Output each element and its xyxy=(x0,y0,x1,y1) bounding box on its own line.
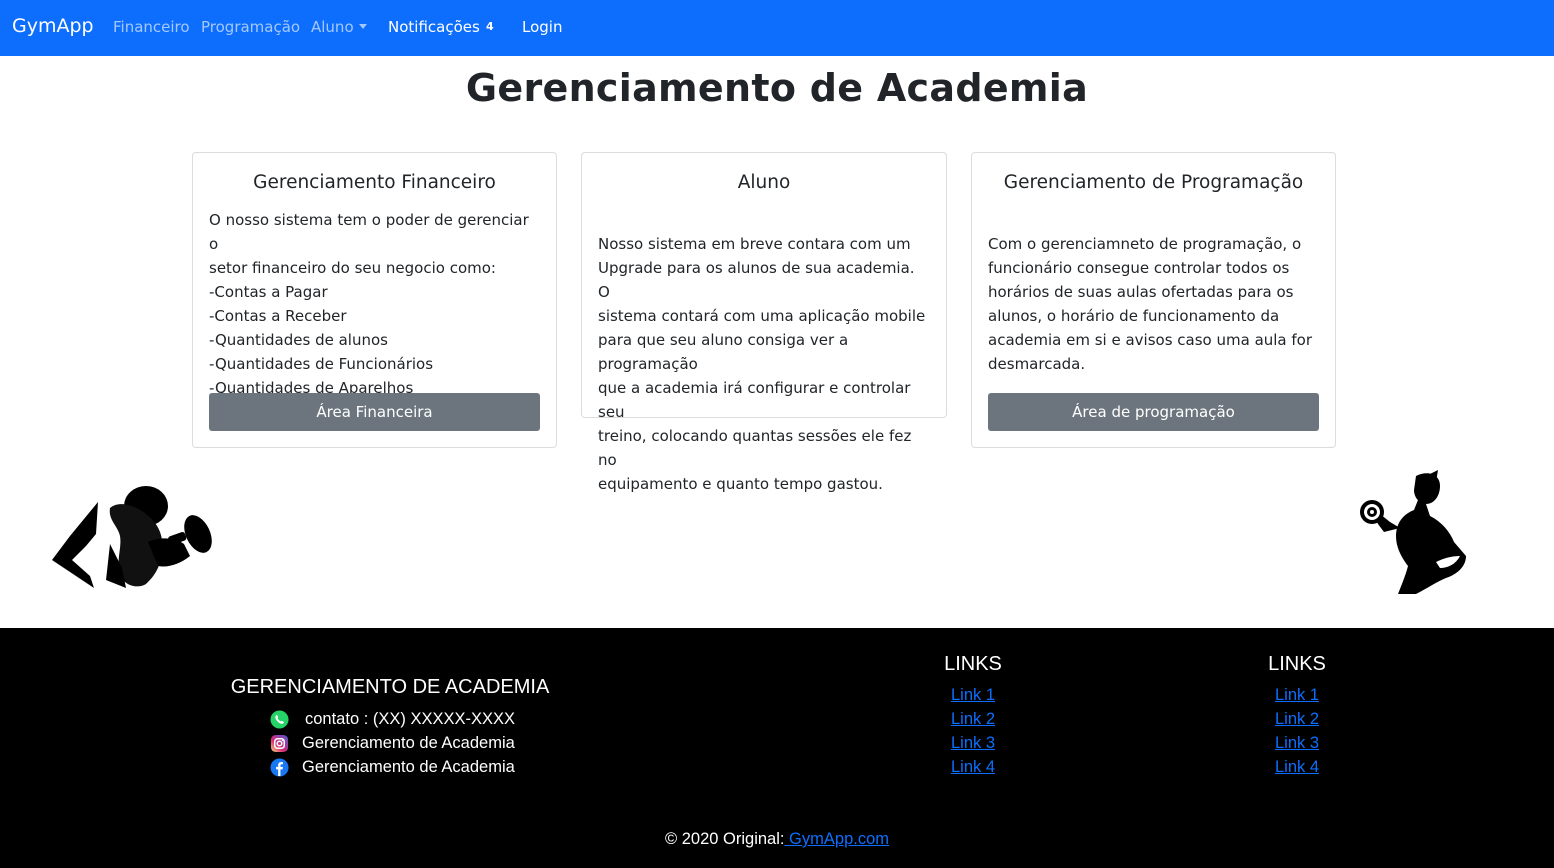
nav-aluno-dropdown[interactable]: Aluno xyxy=(311,18,367,36)
card-text-line: O nosso sistema tem o poder de gerenciar… xyxy=(209,211,529,253)
area-programacao-button[interactable]: Área de programação xyxy=(988,393,1319,431)
nav-financeiro[interactable]: Financeiro xyxy=(113,18,190,36)
footer-links-heading: LINKS xyxy=(1268,653,1326,675)
brand-link[interactable]: GymApp xyxy=(12,15,94,37)
gymapp-site-link[interactable]: GymApp.com xyxy=(784,830,889,848)
card-text: Com o gerenciamneto de programação, o fu… xyxy=(972,232,1335,376)
footer-link-4[interactable]: Link 4 xyxy=(913,758,1033,777)
notification-count-badge: 4 xyxy=(486,20,494,33)
chevron-down-icon xyxy=(358,24,367,29)
footer-contact-instagram: Gerenciamento de Academia xyxy=(270,734,515,753)
card-text-line: academia em si e avisos caso uma aula fo… xyxy=(988,331,1313,349)
card-text-line: setor financeiro do seu negocio como: xyxy=(209,259,496,277)
footer-links-heading: LINKS xyxy=(944,653,1002,675)
card-text-line: desmarcada. xyxy=(988,355,1086,373)
footer-contact-facebook: Gerenciamento de Academia xyxy=(270,758,515,777)
card-title: Gerenciamento de Programação xyxy=(1003,172,1304,193)
card-title: Aluno xyxy=(737,172,791,193)
footer-link-3[interactable]: Link 3 xyxy=(1237,734,1357,753)
card-programacao: Gerenciamento de Programação Com o geren… xyxy=(971,152,1336,448)
footer-link-1[interactable]: Link 1 xyxy=(1237,686,1357,705)
card-title: Gerenciamento Financeiro xyxy=(253,172,496,193)
card-text-line: Com o gerenciamneto de programação, o xyxy=(988,235,1302,253)
card-text-line: -Contas a Pagar xyxy=(209,283,328,301)
area-financeira-button[interactable]: Área Financeira xyxy=(209,393,540,431)
card-text-line: funcionário consegue controlar todos os xyxy=(988,259,1290,277)
card-text-line: treino, colocando quantas sessões ele fe… xyxy=(598,427,912,469)
instagram-icon xyxy=(270,734,289,753)
footer-contact-text: contato : (XX) XXXXX-XXXX xyxy=(305,710,516,728)
nav-aluno-label: Aluno xyxy=(311,18,354,36)
nav-programacao[interactable]: Programação xyxy=(201,18,300,36)
card-text-line: sistema contará com uma aplicação mobile xyxy=(598,307,926,325)
card-text-line: para que seu aluno consiga ver a program… xyxy=(598,331,849,373)
woman-holding-dumbbell-image xyxy=(1360,470,1466,594)
footer: GERENCIAMENTO DE ACADEMIA contato : (XX)… xyxy=(0,628,1554,868)
footer-link-2[interactable]: Link 2 xyxy=(913,710,1033,729)
page-title: Gerenciamento de Academia xyxy=(465,66,1089,110)
whatsapp-icon xyxy=(270,710,289,729)
card-text-line: -Quantidades de Funcionários xyxy=(209,355,434,373)
footer-title: GERENCIAMENTO DE ACADEMIA xyxy=(230,676,550,698)
footer-contact-text: Gerenciamento de Academia xyxy=(302,758,515,776)
card-text: O nosso sistema tem o poder de gerenciar… xyxy=(193,208,556,400)
card-aluno: Aluno Nosso sistema em breve contara com… xyxy=(581,152,947,493)
card-text-line: que a academia irá configurar e controla… xyxy=(598,379,911,421)
footer-contact-text: Gerenciamento de Academia xyxy=(302,734,515,752)
card-text-line: Nosso sistema em breve contara com um xyxy=(598,235,911,253)
card-financeiro: Gerenciamento Financeiro O nosso sistema… xyxy=(192,152,557,448)
footer-link-1[interactable]: Link 1 xyxy=(913,686,1033,705)
footer-contact-whatsapp: contato : (XX) XXXXX-XXXX xyxy=(270,710,515,729)
footer-link-2[interactable]: Link 2 xyxy=(1237,710,1357,729)
facebook-icon xyxy=(270,758,289,777)
top-navbar: GymApp Financeiro Programação Aluno Noti… xyxy=(0,0,1554,56)
card-text-line: alunos, o horário de funcionamento da xyxy=(988,307,1280,325)
footer-link-4[interactable]: Link 4 xyxy=(1237,758,1357,777)
man-lifting-dumbbell-image xyxy=(52,486,212,588)
nav-notificacoes[interactable]: Notificações xyxy=(388,18,480,36)
card-text-line: horários de suas aulas ofertadas para os xyxy=(988,283,1294,301)
card-text-line: Upgrade para os alunos de sua academia. … xyxy=(598,259,915,301)
copyright-text: © 2020 Original: xyxy=(664,830,785,848)
nav-login[interactable]: Login xyxy=(522,18,562,36)
card-text: Nosso sistema em breve contara com um Up… xyxy=(582,232,946,496)
copyright: © 2020 Original: GymApp.com xyxy=(0,830,1554,849)
card-text-line: -Quantidades de alunos xyxy=(209,331,388,349)
footer-link-3[interactable]: Link 3 xyxy=(913,734,1033,753)
card-text-line: -Contas a Receber xyxy=(209,307,347,325)
card-text-line: equipamento e quanto tempo gastou. xyxy=(598,475,883,493)
